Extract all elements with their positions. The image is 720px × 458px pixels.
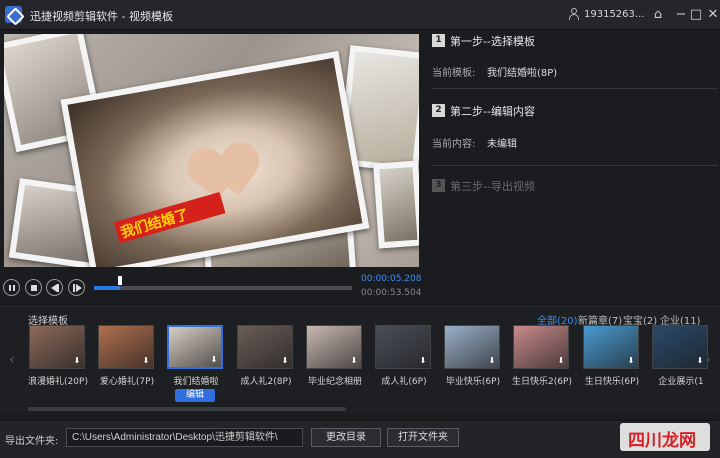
change-directory-button[interactable]: 更改目录 <box>311 428 381 447</box>
download-icon[interactable]: ⬇ <box>142 357 150 365</box>
template-thumbnail[interactable]: ⬇ <box>583 325 639 369</box>
template-label: 生日快乐(6P) <box>584 377 640 387</box>
seek-progress <box>94 286 120 290</box>
close-icon[interactable]: ✕ <box>703 5 720 25</box>
step-2-title: 第二步--编辑内容 <box>450 105 535 118</box>
current-content-value: 未编辑 <box>487 139 517 150</box>
template-label: 我们结婚啦 <box>173 377 219 387</box>
seek-handle[interactable] <box>118 276 122 285</box>
divider <box>432 88 718 89</box>
download-icon[interactable]: ⬇ <box>627 357 635 365</box>
next-button[interactable] <box>68 279 85 296</box>
download-icon[interactable]: ⬇ <box>210 356 218 364</box>
edit-template-button[interactable]: 编辑 <box>175 389 215 402</box>
video-preview[interactable]: 我们结婚了 <box>4 34 419 267</box>
template-label: 浪漫婚礼(20P) <box>28 377 88 387</box>
total-time: 00:00:53.504 <box>361 288 422 298</box>
step-3-title[interactable]: 第三步--导出视频 <box>450 178 535 194</box>
template-thumbnail[interactable]: ⬇ <box>652 325 708 369</box>
template-label: 爱心婚礼(7P) <box>99 377 155 387</box>
watermark-text: 四川龙网 <box>628 431 696 451</box>
app-logo-icon <box>5 6 22 23</box>
template-thumbnail[interactable]: ⬇ <box>513 325 569 369</box>
template-thumbnail[interactable]: ⬇ <box>167 325 223 369</box>
template-thumbnail[interactable]: ⬇ <box>237 325 293 369</box>
template-label: 生日快乐2(6P) <box>512 377 572 387</box>
template-label: 企业展示(1 <box>658 377 704 387</box>
user-icon[interactable] <box>569 8 579 20</box>
download-icon[interactable]: ⬇ <box>419 357 427 365</box>
template-label: 毕业快乐(6P) <box>445 377 501 387</box>
preview-banner: 我们结婚了 <box>113 191 226 244</box>
template-scrollbar[interactable] <box>28 407 346 411</box>
step-3-number: 3 <box>432 179 445 192</box>
scroll-left-icon[interactable]: ‹ <box>9 352 15 368</box>
open-folder-button[interactable]: 打开文件夹 <box>387 428 459 447</box>
preview-banner-text: 我们结婚了 <box>118 206 191 242</box>
window-title: 迅捷视频剪辑软件 - 视频模板 <box>30 10 173 23</box>
stop-button[interactable] <box>25 279 42 296</box>
template-label: 成人礼2(8P) <box>240 377 292 387</box>
template-label: 成人礼(6P) <box>381 377 427 387</box>
output-folder-field[interactable]: C:\Users\Administrator\Desktop\迅捷剪辑软件\ <box>66 428 303 447</box>
home-icon[interactable]: ⌂ <box>648 5 668 25</box>
template-thumbnail[interactable]: ⬇ <box>444 325 500 369</box>
previous-button[interactable] <box>46 279 63 296</box>
pause-button[interactable] <box>3 279 20 296</box>
template-thumbnail[interactable]: ⬇ <box>29 325 85 369</box>
template-label: 毕业纪念相册 <box>307 377 362 387</box>
watermark-logo: 四川龙网 <box>620 423 710 451</box>
step-1-number: 1 <box>432 34 445 47</box>
output-folder-label: 导出文件夹: <box>5 436 59 447</box>
download-icon[interactable]: ⬇ <box>696 357 704 365</box>
download-icon[interactable]: ⬇ <box>557 357 565 365</box>
template-thumbnail[interactable]: ⬇ <box>306 325 362 369</box>
seek-bar[interactable] <box>94 276 352 290</box>
current-content-label: 当前内容: <box>432 139 476 150</box>
download-icon[interactable]: ⬇ <box>73 357 81 365</box>
download-icon[interactable]: ⬇ <box>350 357 358 365</box>
current-template-value: 我们结婚啦(8P) <box>487 68 558 79</box>
template-thumbnail[interactable]: ⬇ <box>375 325 431 369</box>
current-template-label: 当前模板: <box>432 68 476 79</box>
current-time: 00:00:05.208 <box>361 274 422 284</box>
download-icon[interactable]: ⬇ <box>488 357 496 365</box>
divider <box>432 165 718 166</box>
step-2-number: 2 <box>432 104 445 117</box>
step-1-title: 第一步--选择模板 <box>450 35 535 48</box>
download-icon[interactable]: ⬇ <box>281 357 289 365</box>
template-thumbnail[interactable]: ⬇ <box>98 325 154 369</box>
preview-photo <box>373 160 419 249</box>
user-account[interactable]: 19315263... <box>584 9 644 20</box>
